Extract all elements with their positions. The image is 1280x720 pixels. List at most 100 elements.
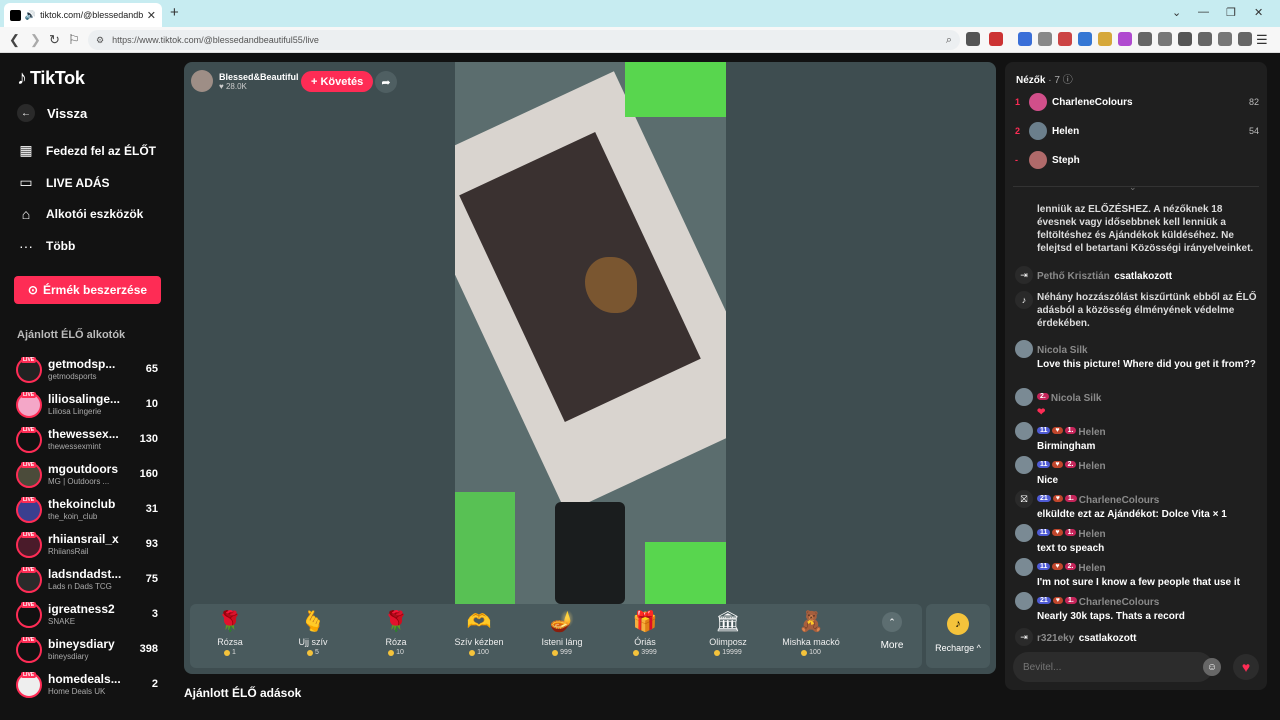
host-avatar[interactable] — [191, 70, 213, 92]
user-name[interactable]: Pethő Krisztián — [1037, 271, 1110, 282]
extension-icon[interactable] — [1098, 32, 1112, 46]
extension-icon[interactable] — [1118, 32, 1132, 46]
chat-input[interactable] — [1023, 661, 1183, 673]
user-name[interactable]: r321eky — [1037, 633, 1074, 644]
expand-chevron-icon[interactable]: ⌄ — [1129, 182, 1137, 193]
recommended-creator[interactable]: LIVE thewessex... thewessexmint 130 — [16, 425, 166, 455]
user-avatar[interactable] — [1015, 340, 1033, 358]
extension-icon[interactable] — [1078, 32, 1092, 46]
more-gifts-button[interactable]: ⌃ More — [870, 612, 914, 651]
recharge-button[interactable]: ♪ Recharge ^ — [926, 604, 990, 668]
like-heart-button[interactable]: ♥ — [1233, 654, 1259, 680]
browser-tab[interactable]: 🔊 tiktok.com/@blessedandbea ✕ — [4, 3, 162, 27]
minimize-icon[interactable]: — — [1198, 6, 1209, 18]
creator-subtitle: SNAKE — [48, 617, 76, 626]
user-avatar[interactable] — [1015, 456, 1033, 474]
follow-button[interactable]: + Követés — [301, 71, 374, 92]
user-avatar[interactable] — [1015, 558, 1033, 576]
chat-input-box[interactable] — [1013, 652, 1213, 682]
tiktok-logo[interactable]: ♪ TikTok — [17, 67, 85, 90]
user-name[interactable]: Helen — [1078, 461, 1105, 472]
user-name[interactable]: CharleneColours — [1079, 597, 1160, 608]
new-tab-icon[interactable]: + — [170, 4, 179, 21]
gift-icon[interactable]: ⛝ — [1015, 490, 1033, 508]
user-avatar[interactable] — [1015, 524, 1033, 542]
menu-icon[interactable]: ☰ — [1256, 32, 1268, 48]
zoom-icon[interactable]: ⌕ — [946, 34, 952, 47]
vpn-icon[interactable] — [1238, 32, 1252, 46]
user-avatar[interactable] — [1015, 592, 1033, 610]
extension-icon[interactable] — [1018, 32, 1032, 46]
recommended-creator[interactable]: LIVE rhiiansrail_x RhiiansRail 93 — [16, 530, 166, 560]
viewer-row[interactable]: 1 CharleneColours 82 — [1015, 92, 1259, 112]
recommended-creator[interactable]: LIVE getmodsp... getmodsports 65 — [16, 355, 166, 385]
recommended-creator[interactable]: LIVE bineysdiary bineysdiary 398 — [16, 635, 166, 665]
info-icon[interactable]: ⓘ — [1063, 75, 1073, 86]
join-text: csatlakozott — [1114, 271, 1173, 282]
reload-icon[interactable]: ↻ — [49, 32, 60, 48]
message-text: Nice — [1037, 475, 1059, 486]
share-icon[interactable]: ➦ — [375, 71, 397, 93]
host-info[interactable]: Blessed&Beautiful ♥ 28.0K — [191, 70, 299, 92]
nav-explore-live[interactable]: ▦ Fedezd fel az ÉLŐT — [17, 142, 156, 159]
forward-icon[interactable]: ❯ — [30, 32, 41, 48]
nav-live[interactable]: ▭ LIVE ADÁS — [17, 174, 110, 191]
user-avatar[interactable] — [1015, 388, 1033, 406]
recommended-creator[interactable]: LIVE mgoutdoors MG | Outdoors ... 160 — [16, 460, 166, 490]
get-coins-button[interactable]: ⊙ Érmék beszerzése — [14, 276, 161, 304]
sidebar-icon[interactable] — [1178, 32, 1192, 46]
coin-icon — [388, 649, 395, 656]
gift-item[interactable]: 🏛 Olimposz 19999 — [688, 610, 768, 656]
user-avatar[interactable] — [1015, 422, 1033, 440]
gift-item[interactable]: 🫶 Szív kézben 100 — [439, 610, 519, 656]
message-text: text to speach — [1037, 543, 1105, 554]
nav-more[interactable]: ··· Több — [17, 238, 75, 254]
user-name[interactable]: Nicola Silk — [1051, 393, 1102, 404]
gift-item[interactable]: 🌹 Rózsa 1 — [190, 610, 270, 656]
gift-name: Ujj szív — [298, 637, 328, 647]
puzzle-icon[interactable] — [1138, 32, 1152, 46]
user-name[interactable]: Helen — [1078, 427, 1105, 438]
chevron-down-icon[interactable]: ⌄ — [1172, 6, 1181, 19]
extension-icon[interactable] — [1058, 32, 1072, 46]
user-name[interactable]: CharleneColours — [1079, 495, 1160, 506]
recommended-creator[interactable]: LIVE ladsndadst... Lads n Dads TCG 75 — [16, 565, 166, 595]
brave-shield-icon[interactable] — [966, 32, 980, 46]
user-name[interactable]: Helen — [1078, 563, 1105, 574]
url-field[interactable]: ⚙ https://www.tiktok.com/@blessedandbeau… — [88, 30, 960, 50]
creator-subtitle: Liliosa Lingerie — [48, 407, 102, 416]
viewer-row[interactable]: 2 Helen 54 — [1015, 121, 1259, 141]
nav-creator-tools[interactable]: ⌂ Alkotói eszközök — [17, 206, 144, 222]
back-button[interactable]: ← Vissza — [17, 104, 87, 122]
emoji-icon[interactable]: ☺ — [1203, 658, 1221, 676]
chevron-up-icon: ⌃ — [882, 612, 902, 632]
gift-item[interactable]: 🫰 Ujj szív 5 — [273, 610, 353, 656]
gift-item[interactable]: 🪔 Isteni láng 999 — [522, 610, 602, 656]
recommended-creator[interactable]: LIVE liliosalinge... Liliosa Lingerie 10 — [16, 390, 166, 420]
user-name[interactable]: Helen — [1078, 529, 1105, 540]
bookmark-icon[interactable]: ⚐ — [68, 32, 80, 48]
viewer-name: Steph — [1052, 154, 1080, 166]
recommended-creator[interactable]: LIVE homedeals... Home Deals UK 2 — [16, 670, 166, 700]
alert-icon[interactable] — [989, 32, 1003, 46]
speaker-icon[interactable]: 🔊 — [25, 10, 36, 21]
wallet-icon[interactable] — [1198, 32, 1212, 46]
recommended-creator[interactable]: LIVE igreatness2 SNAKE 3 — [16, 600, 166, 630]
nav-label: LIVE ADÁS — [46, 175, 110, 190]
restore-icon[interactable]: ❐ — [1226, 6, 1236, 19]
close-window-icon[interactable]: ✕ — [1254, 6, 1263, 19]
extension-icon[interactable] — [1038, 32, 1052, 46]
close-tab-icon[interactable]: ✕ — [147, 9, 156, 22]
back-icon[interactable]: ❮ — [9, 32, 20, 48]
recommended-creator[interactable]: LIVE thekoinclub the_koin_club 31 — [16, 495, 166, 525]
gift-item[interactable]: 🎁 Óriás 3999 — [605, 610, 685, 656]
viewer-row[interactable]: - Steph — [1015, 150, 1259, 170]
fan-badge-icon: ♥ — [1052, 529, 1063, 537]
live-video[interactable] — [455, 62, 726, 604]
user-name[interactable]: Nicola Silk — [1037, 345, 1088, 356]
site-info-icon[interactable]: ⚙ — [96, 35, 104, 46]
gift-item[interactable]: 🧸 Mishka mackó 100 — [771, 610, 851, 656]
gift-item[interactable]: 🌹 Róza 10 — [356, 610, 436, 656]
leo-icon[interactable] — [1218, 32, 1232, 46]
music-icon[interactable] — [1158, 32, 1172, 46]
